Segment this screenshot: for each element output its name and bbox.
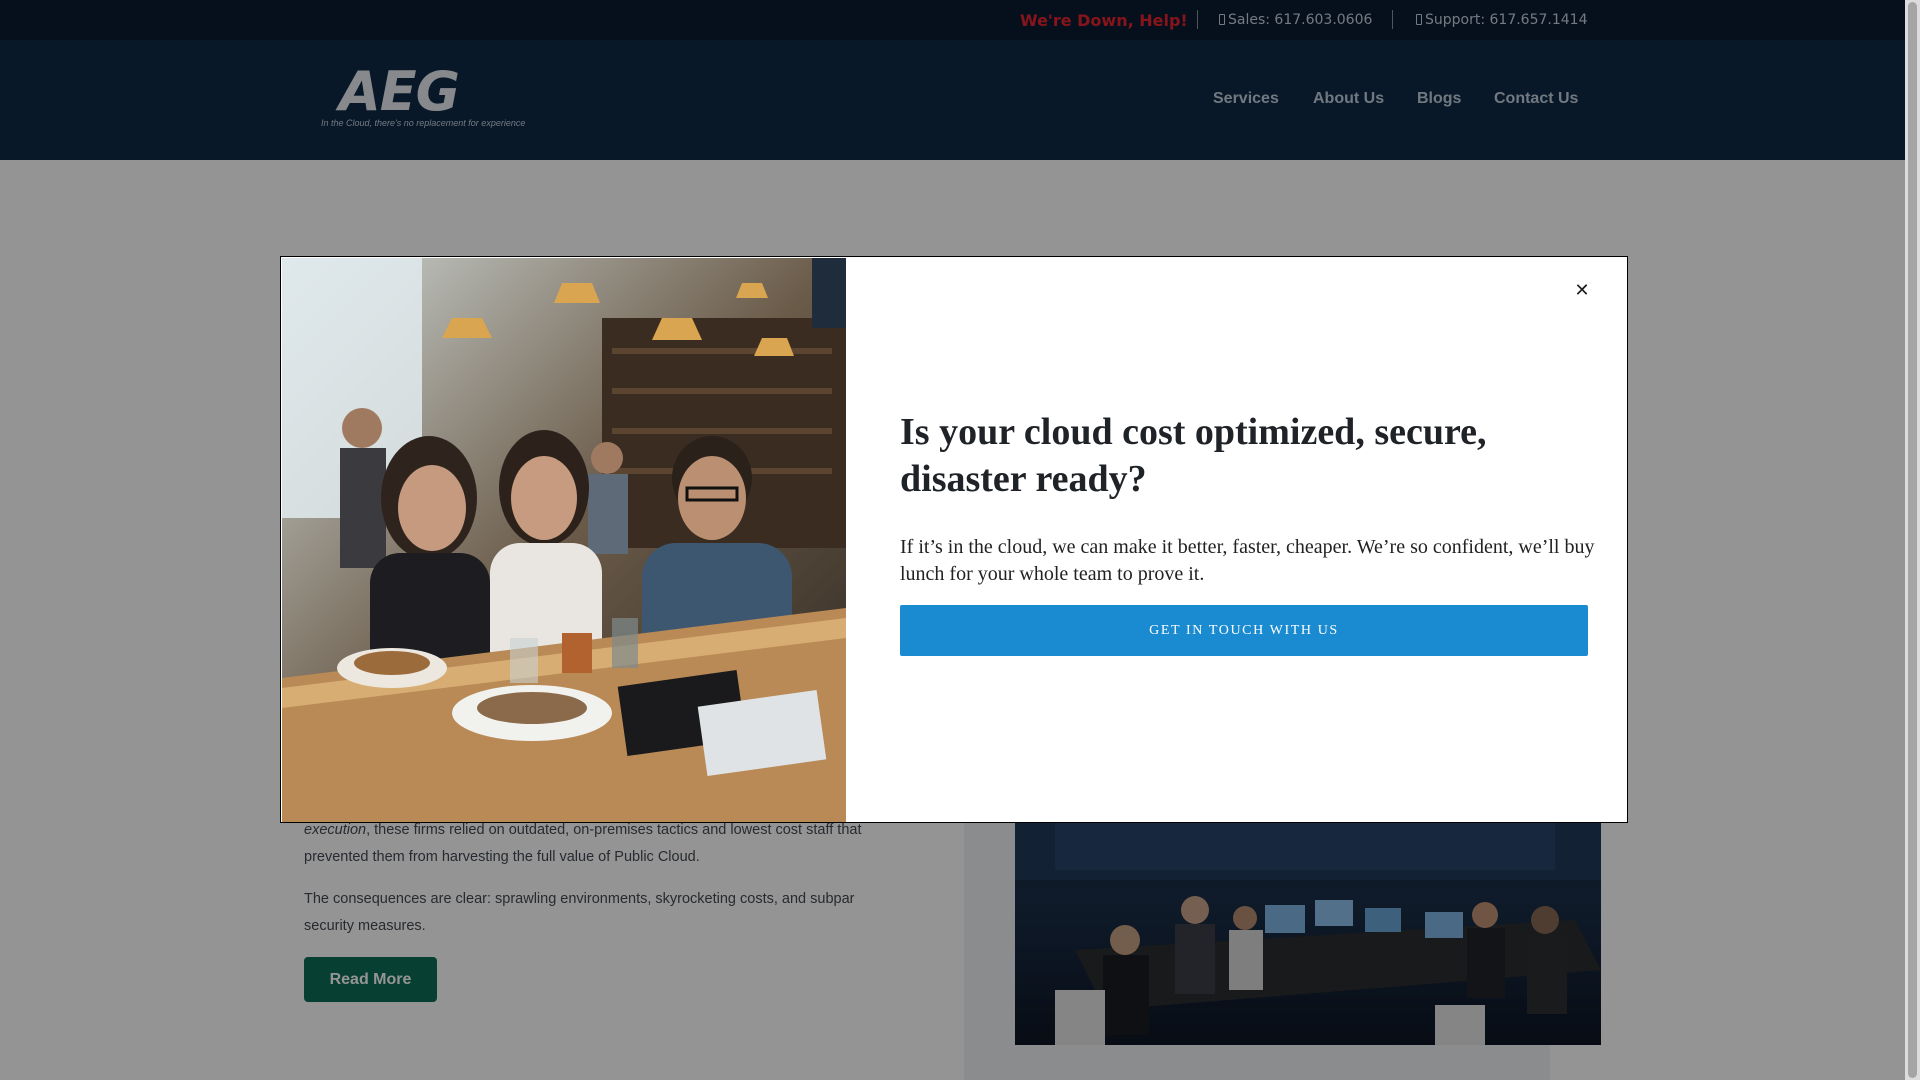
lunch-offer-modal: ✕ Is your cloud cost optimized, secure, … (280, 256, 1628, 823)
team-lunch-illustration (282, 258, 846, 822)
modal-title: Is your cloud cost optimized, secure, di… (900, 411, 1487, 500)
close-icon: ✕ (1574, 280, 1590, 301)
team-lunch-photo (282, 258, 846, 822)
get-in-touch-button[interactable]: GET IN TOUCH WITH US (900, 605, 1588, 656)
scrollbar-thumb[interactable] (1908, 2, 1917, 1078)
close-modal-button[interactable]: ✕ (1570, 279, 1594, 303)
modal-body: If it’s in the cloud, we can make it bet… (900, 536, 1595, 585)
page-scrollbar[interactable] (1905, 0, 1920, 1080)
